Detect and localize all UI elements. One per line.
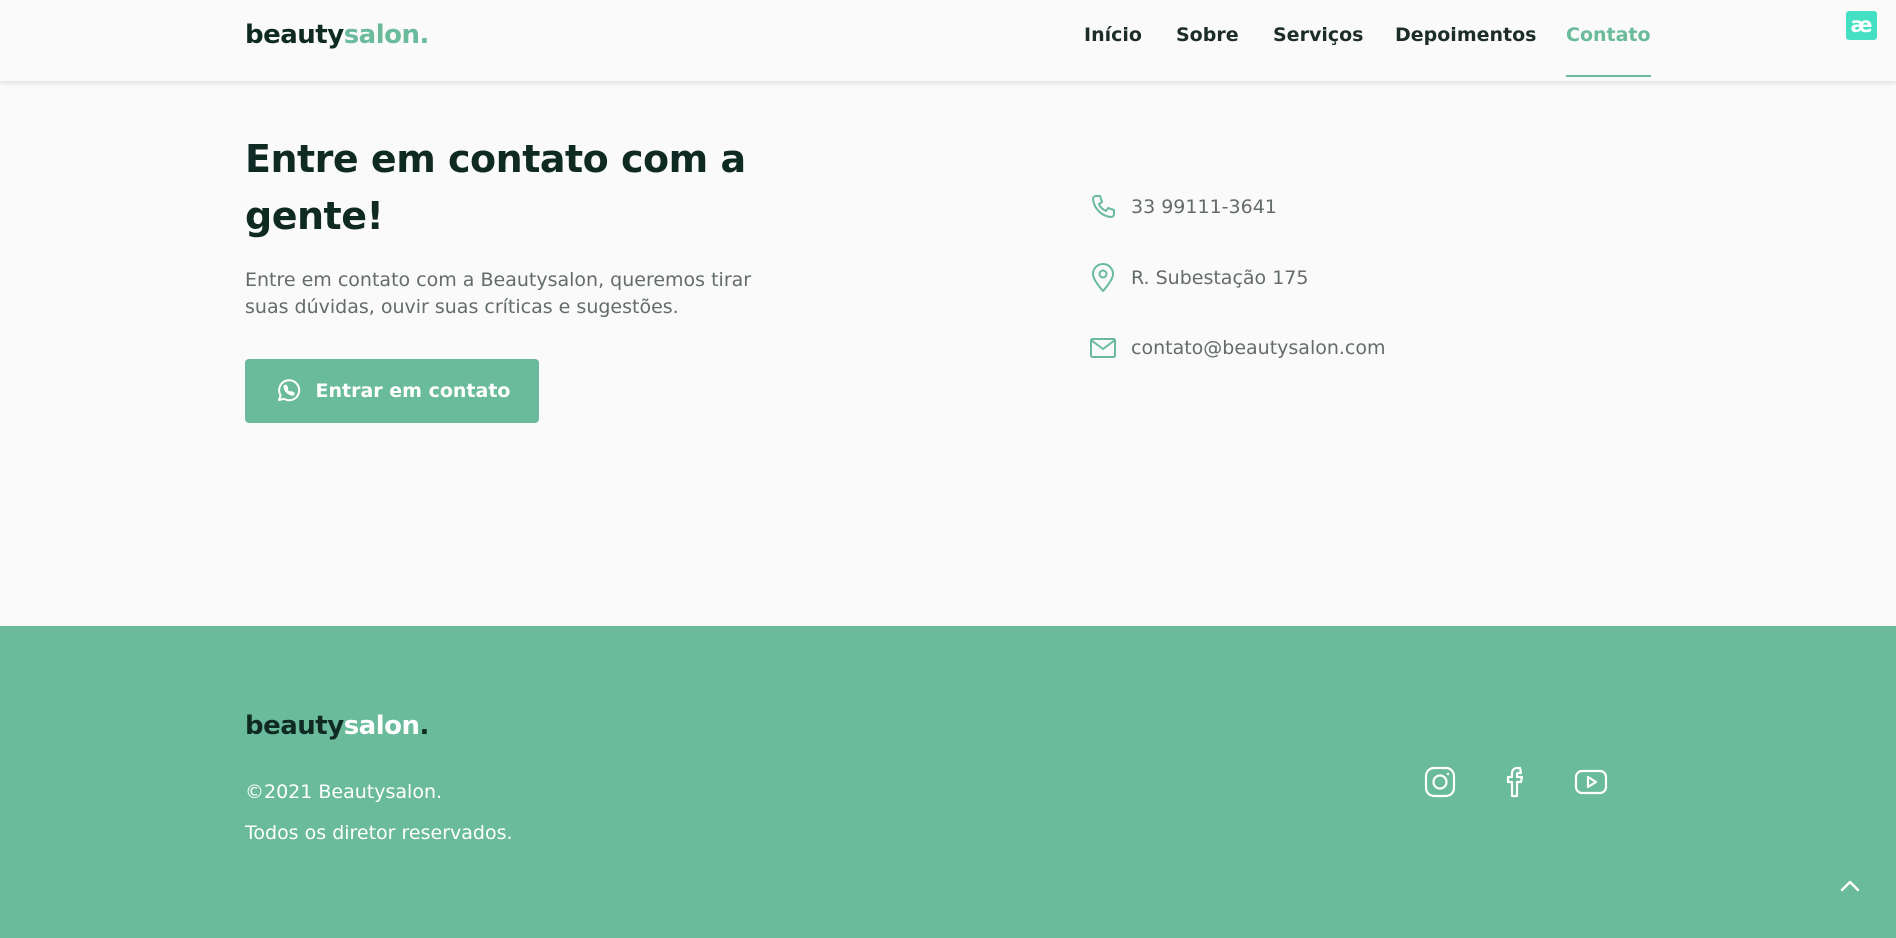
- whatsapp-icon: [274, 377, 302, 405]
- nav-link-depoimentos[interactable]: Depoimentos: [1395, 24, 1536, 46]
- site-header: beautysalon. Início Sobre Serviços Depoi…: [0, 0, 1896, 81]
- brand-logo-part1: beauty: [245, 20, 344, 50]
- contact-address-text: R. Subestação 175: [1131, 267, 1309, 289]
- mail-icon: [1088, 333, 1118, 363]
- nav-link-sobre[interactable]: Sobre: [1176, 24, 1239, 46]
- location-pin-icon: [1088, 263, 1118, 293]
- footer-rights: Todos os diretor reservados.: [245, 822, 513, 844]
- contact-description: Entre em contato com a Beautysalon, quer…: [245, 269, 752, 318]
- brand-logo-part2: salon: [343, 20, 420, 50]
- footer-logo-dot: .: [419, 711, 430, 741]
- ae-badge-icon[interactable]: æ: [1846, 11, 1877, 40]
- contact-title: Entre em contato com a gente!: [245, 137, 746, 238]
- nav-link-servicos[interactable]: Serviços: [1273, 24, 1363, 46]
- footer-logo-part1: beauty: [245, 711, 344, 741]
- contact-button-label: Entrar em contato: [315, 380, 511, 402]
- contact-info-phone: 33 99111-3641: [1088, 192, 1277, 222]
- brand-logo-dot: .: [419, 20, 430, 50]
- footer-brand-logo: beautysalon.: [245, 711, 429, 741]
- youtube-icon[interactable]: [1574, 765, 1608, 799]
- phone-icon: [1088, 192, 1118, 222]
- nav-link-contato[interactable]: Contato: [1566, 24, 1651, 77]
- contact-info-email: contato@beautysalon.com: [1088, 333, 1386, 363]
- contact-phone-text: 33 99111-3641: [1131, 196, 1277, 218]
- nav-link-inicio[interactable]: Início: [1084, 24, 1142, 46]
- footer-copyright: ©2021 Beautysalon.: [245, 781, 443, 803]
- site-footer: beautysalon. ©2021 Beautysalon. Todos os…: [0, 626, 1896, 938]
- facebook-icon[interactable]: [1499, 765, 1533, 799]
- contact-email-text: contato@beautysalon.com: [1131, 337, 1386, 359]
- contact-button[interactable]: Entrar em contato: [245, 359, 539, 423]
- back-to-top-chevron-up-icon[interactable]: [1834, 870, 1866, 902]
- contact-info-address: R. Subestação 175: [1088, 263, 1308, 293]
- brand-logo[interactable]: beautysalon.: [245, 20, 429, 50]
- instagram-icon[interactable]: [1423, 765, 1457, 799]
- footer-logo-part2: salon: [343, 711, 420, 741]
